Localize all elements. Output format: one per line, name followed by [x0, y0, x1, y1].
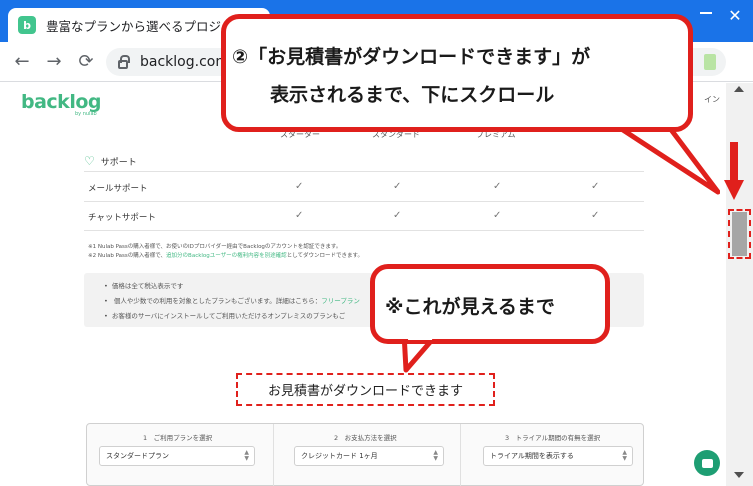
footnote-2-suffix: としてダウンロードできます。	[286, 253, 363, 259]
minimize-button[interactable]	[690, 0, 720, 30]
chat-button[interactable]	[694, 450, 720, 476]
callout-2-tail-cover	[408, 330, 434, 340]
divider	[84, 230, 644, 231]
target-note: ※これが見えるまで	[385, 296, 555, 318]
select-arrows-icon: ▲ ▼	[433, 449, 438, 462]
check-icon: ✓	[591, 210, 600, 221]
footnote-1: ※1 Nulab Passの購入者様で、お使いのIDプロバイダー経由でBackl…	[88, 244, 342, 250]
info-tax-note: 価格は全て税込表示です	[104, 280, 184, 290]
back-button[interactable]: ←	[10, 50, 34, 74]
backlog-logo[interactable]: backlog	[21, 91, 102, 113]
logo-subtitle: by nulab	[75, 111, 97, 117]
payment-select-value: クレジットカード 1ヶ月	[301, 452, 378, 460]
check-icon: ✓	[493, 210, 502, 221]
reload-button[interactable]: ⟳	[74, 50, 98, 74]
heart-icon: ♡	[84, 154, 95, 168]
footnote-2: ※2 Nulab Passの購入者様で、追加分のBacklogユーザーの権利内容…	[88, 252, 363, 261]
support-section-heading: ♡ サポート	[84, 154, 137, 168]
feature-row-chat-support: チャットサポート	[88, 213, 156, 223]
step-plan: 1 ご利用プランを選択 スタンダードプラン ▲ ▼	[87, 424, 273, 486]
step-label: 1 ご利用プランを選択	[143, 434, 213, 442]
instruction-line-2: 表示されるまで、下にスクロール	[270, 84, 555, 106]
forward-button[interactable]: →	[42, 50, 66, 74]
info-free-plan-note: 個人や少数での利用を対象としたプランもございます。詳細はこちら：フリープラン	[104, 295, 360, 305]
url-text: backlog.com/	[140, 54, 234, 70]
support-label: サポート	[100, 157, 137, 168]
check-icon: ✓	[295, 210, 304, 221]
scroll-down-arrow-icon[interactable]	[734, 472, 744, 478]
step-label: 3 トライアル期間の有無を選択	[505, 434, 601, 442]
check-icon: ✓	[393, 181, 402, 192]
footnotes: ※1 Nulab Passの購入者様で、お使いのIDプロバイダー経由でBackl…	[88, 243, 363, 261]
check-icon: ✓	[393, 210, 402, 221]
info-free-plan-prefix: 個人や少数での利用を対象としたプランもございます。詳細はこちら：	[113, 297, 322, 305]
lock-icon	[118, 54, 130, 69]
footnote-2-link[interactable]: 追加分のBacklogユーザーの権利内容を別途確認	[166, 253, 287, 259]
backlog-favicon-icon: b	[18, 16, 36, 34]
close-window-button[interactable]: ✕	[722, 5, 748, 27]
minimize-icon	[700, 12, 712, 14]
chat-icon	[701, 458, 713, 468]
estimate-steps-panel: 1 ご利用プランを選択 スタンダードプラン ▲ ▼ 2 お支払方法を選択 クレジッ…	[86, 423, 644, 486]
down-arrow-icon	[724, 142, 744, 200]
instruction-line-1: ②「お見積書がダウンロードできます」が	[232, 46, 591, 68]
footnote-2-prefix: ※2 Nulab Passの購入者様で、	[88, 253, 167, 259]
trial-select[interactable]: トライアル期間を表示する ▲ ▼	[483, 446, 633, 466]
feature-row-email-support: メールサポート	[88, 184, 148, 194]
login-link[interactable]: イン	[704, 94, 720, 105]
step-label: 2 お支払方法を選択	[334, 434, 397, 442]
estimate-download-heading: お見積書がダウンロードできます	[236, 373, 495, 406]
extension-icon[interactable]	[704, 54, 716, 70]
payment-select[interactable]: クレジットカード 1ヶ月 ▲ ▼	[294, 446, 444, 466]
check-icon: ✓	[493, 181, 502, 192]
divider	[84, 201, 644, 202]
select-arrows-icon: ▲ ▼	[244, 449, 249, 462]
scroll-up-arrow-icon[interactable]	[734, 86, 744, 92]
callout-1-tail-cover	[606, 110, 660, 124]
free-plan-link[interactable]: フリープラン	[321, 297, 360, 305]
plan-select-value: スタンダードプラン	[106, 452, 169, 460]
step-trial: 3 トライアル期間の有無を選択 トライアル期間を表示する ▲ ▼	[461, 424, 645, 486]
check-icon: ✓	[295, 181, 304, 192]
step-payment: 2 お支払方法を選択 クレジットカード 1ヶ月 ▲ ▼	[274, 424, 460, 486]
plan-select[interactable]: スタンダードプラン ▲ ▼	[99, 446, 255, 466]
trial-select-value: トライアル期間を表示する	[490, 452, 574, 460]
select-arrows-icon: ▲ ▼	[622, 449, 627, 462]
scrollbar-thumb-highlight	[728, 209, 751, 259]
info-onpremise-note: お客様のサーバにインストールしてご利用いただけるオンプレミスのプランもご	[104, 310, 345, 320]
